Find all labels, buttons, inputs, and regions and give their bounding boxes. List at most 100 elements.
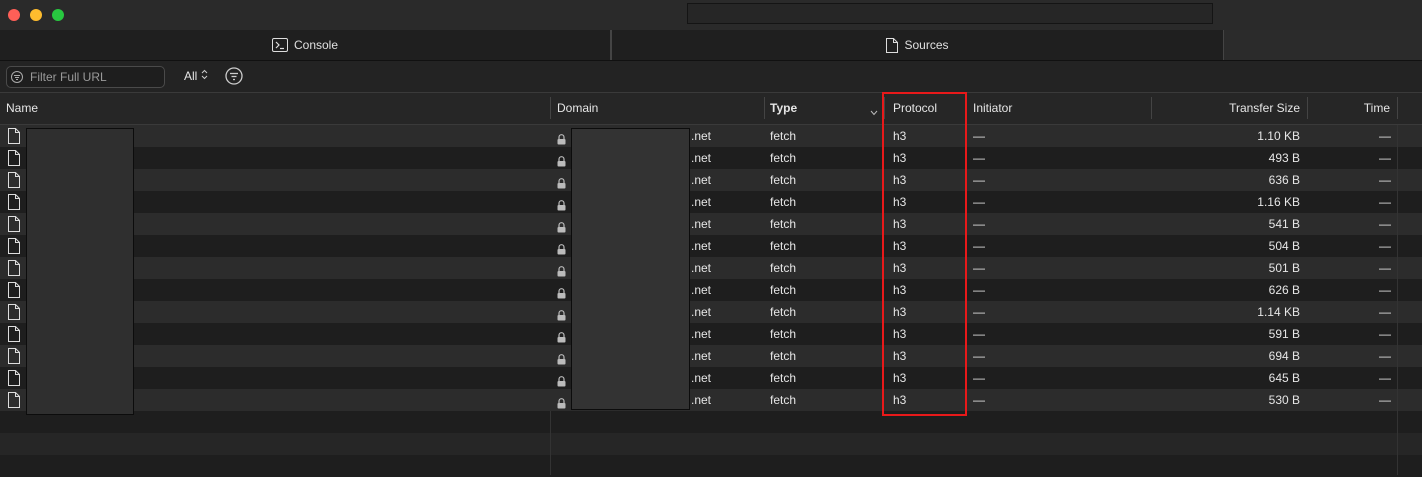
type-cell: fetch xyxy=(770,239,797,253)
initiator-cell: — xyxy=(973,195,985,209)
domain-cell: .net xyxy=(691,261,712,275)
filter-bar: All xyxy=(0,61,1422,93)
resource-scope-select[interactable]: All xyxy=(184,69,208,83)
column-divider[interactable] xyxy=(764,97,765,119)
column-divider[interactable] xyxy=(1307,97,1308,119)
type-cell: fetch xyxy=(770,173,797,187)
transfer-size-cell: 1.10 KB xyxy=(1257,129,1300,143)
time-cell: — xyxy=(1379,151,1391,165)
table-row[interactable]: .net fetch h3 — 626 B — xyxy=(0,279,1422,301)
column-divider[interactable] xyxy=(550,97,551,119)
transfer-size-cell: 501 B xyxy=(1268,261,1300,275)
domain-cell: .net xyxy=(691,283,712,297)
domain-cell: .net xyxy=(691,151,712,165)
time-cell: — xyxy=(1379,349,1391,363)
table-row[interactable]: .net fetch h3 — 530 B — xyxy=(0,389,1422,411)
protocol-cell: h3 xyxy=(893,129,907,143)
protocol-cell: h3 xyxy=(893,371,907,385)
zoom-window-button[interactable] xyxy=(52,9,64,21)
time-cell: — xyxy=(1379,283,1391,297)
type-cell: fetch xyxy=(770,327,797,341)
protocol-cell: h3 xyxy=(893,349,907,363)
tab-sources[interactable]: Sources xyxy=(611,30,1224,60)
time-cell: — xyxy=(1379,261,1391,275)
table-row[interactable]: .net fetch h3 — 591 B — xyxy=(0,323,1422,345)
domain-cell: .net xyxy=(691,129,712,143)
terminal-icon xyxy=(271,38,288,52)
transfer-size-cell: 541 B xyxy=(1268,217,1300,231)
column-divider[interactable] xyxy=(965,97,966,119)
filter-url-input[interactable] xyxy=(6,66,165,88)
close-window-button[interactable] xyxy=(8,9,20,21)
table-row[interactable]: .net fetch h3 — 493 B — xyxy=(0,147,1422,169)
column-divider[interactable] xyxy=(1397,97,1398,119)
protocol-cell: h3 xyxy=(893,173,907,187)
tab-sources-label: Sources xyxy=(904,38,949,52)
lock-icon xyxy=(557,130,566,145)
transfer-size-cell: 1.16 KB xyxy=(1257,195,1300,209)
type-cell: fetch xyxy=(770,217,797,231)
column-divider[interactable] xyxy=(884,97,885,119)
table-row[interactable]: .net fetch h3 — 501 B — xyxy=(0,257,1422,279)
minimize-window-button[interactable] xyxy=(30,9,42,21)
redacted-name-column xyxy=(26,128,134,415)
initiator-cell: — xyxy=(973,349,985,363)
type-cell: fetch xyxy=(770,371,797,385)
domain-cell: .net xyxy=(691,239,712,253)
table-row[interactable]: .net fetch h3 — 541 B — xyxy=(0,213,1422,235)
lock-icon xyxy=(557,218,566,233)
column-header-time[interactable]: Time xyxy=(1364,93,1390,124)
lock-icon xyxy=(557,372,566,387)
redacted-window-title xyxy=(687,3,1213,24)
funnel-circle-icon xyxy=(225,67,243,88)
column-divider xyxy=(1397,125,1398,475)
domain-cell: .net xyxy=(691,393,712,407)
column-header-name[interactable]: Name xyxy=(6,93,38,124)
table-row[interactable]: .net fetch h3 — 504 B — xyxy=(0,235,1422,257)
column-header-initiator[interactable]: Initiator xyxy=(973,93,1012,124)
lock-icon xyxy=(557,262,566,277)
filter-options-button[interactable] xyxy=(225,67,243,88)
table-row[interactable]: .net fetch h3 — 645 B — xyxy=(0,367,1422,389)
column-header-protocol[interactable]: Protocol xyxy=(893,93,937,124)
redacted-domain-column xyxy=(571,128,690,410)
initiator-cell: — xyxy=(973,371,985,385)
column-header-domain[interactable]: Domain xyxy=(557,93,598,124)
column-divider[interactable] xyxy=(1151,97,1152,119)
document-icon xyxy=(8,370,20,386)
table-row[interactable]: .net fetch h3 — 1.14 KB — xyxy=(0,301,1422,323)
network-table-body: .net fetch h3 — 1.10 KB — .net fetch h3 … xyxy=(0,125,1422,477)
lock-icon xyxy=(557,394,566,409)
lock-icon xyxy=(557,306,566,321)
protocol-cell: h3 xyxy=(893,393,907,407)
domain-cell: .net xyxy=(691,327,712,341)
column-header-transfer-size[interactable]: Transfer Size xyxy=(1229,93,1300,124)
empty-table-row xyxy=(0,411,1422,433)
domain-cell: .net xyxy=(691,173,712,187)
document-icon xyxy=(8,304,20,320)
domain-cell: .net xyxy=(691,371,712,385)
protocol-cell: h3 xyxy=(893,261,907,275)
document-icon xyxy=(8,326,20,342)
time-cell: — xyxy=(1379,393,1391,407)
document-icon xyxy=(8,238,20,254)
protocol-cell: h3 xyxy=(893,327,907,341)
protocol-cell: h3 xyxy=(893,305,907,319)
table-row[interactable]: .net fetch h3 — 636 B — xyxy=(0,169,1422,191)
table-row[interactable]: .net fetch h3 — 1.16 KB — xyxy=(0,191,1422,213)
lock-icon xyxy=(557,174,566,189)
protocol-cell: h3 xyxy=(893,239,907,253)
initiator-cell: — xyxy=(973,217,985,231)
lock-icon xyxy=(557,196,566,211)
protocol-cell: h3 xyxy=(893,283,907,297)
type-cell: fetch xyxy=(770,393,797,407)
domain-cell: .net xyxy=(691,349,712,363)
tab-console[interactable]: Console xyxy=(0,30,611,60)
time-cell: — xyxy=(1379,239,1391,253)
up-down-chevron-icon xyxy=(201,69,208,83)
table-row[interactable]: .net fetch h3 — 1.10 KB — xyxy=(0,125,1422,147)
type-cell: fetch xyxy=(770,129,797,143)
table-row[interactable]: .net fetch h3 — 694 B — xyxy=(0,345,1422,367)
column-header-type[interactable]: Type xyxy=(770,93,797,124)
resource-scope-value: All xyxy=(184,69,198,83)
